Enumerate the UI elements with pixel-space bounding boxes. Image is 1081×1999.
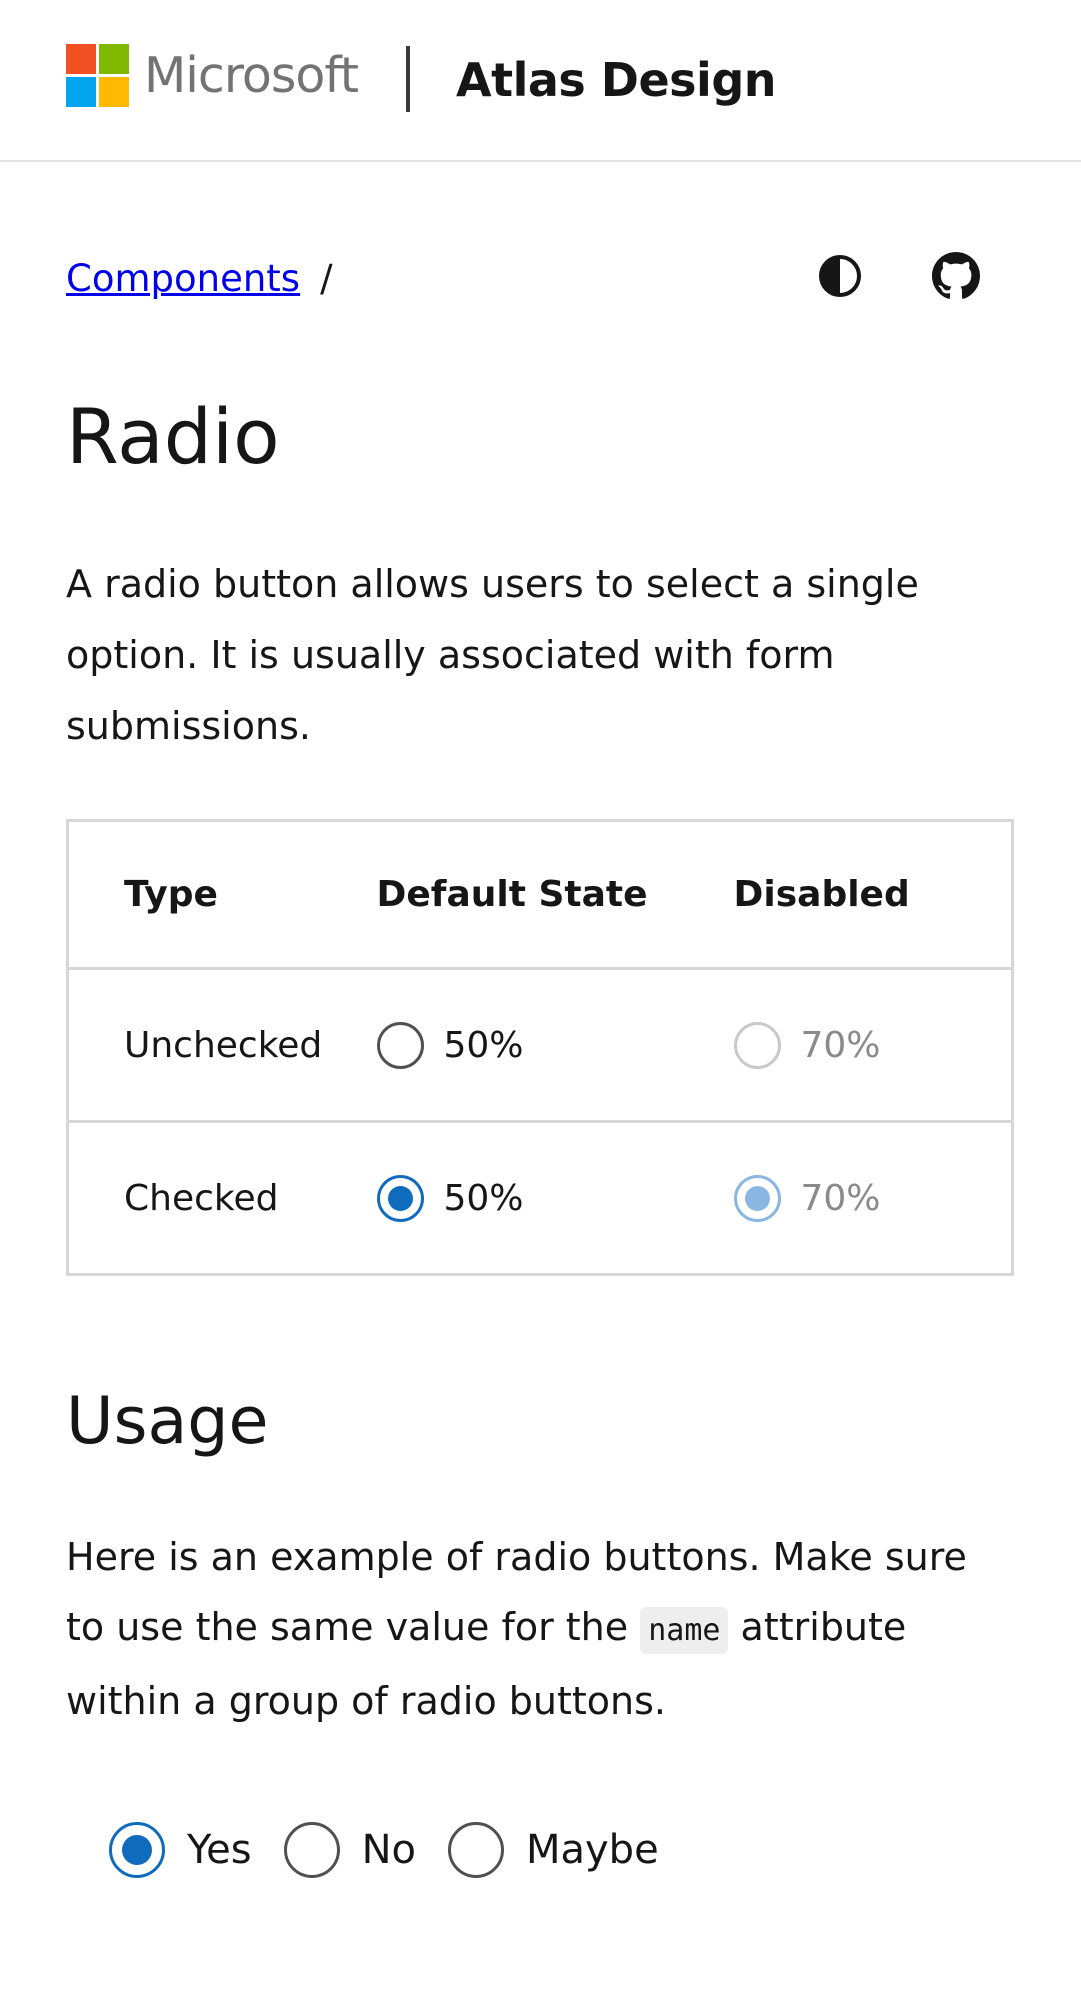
site-header: Microsoft Atlas Design xyxy=(0,0,1081,162)
github-icon xyxy=(932,252,980,299)
radio-checked-disabled xyxy=(733,1174,781,1222)
product-title[interactable]: Atlas Design xyxy=(456,50,777,110)
microsoft-logo[interactable] xyxy=(66,44,129,107)
disabled-state-cell: 70% xyxy=(733,1122,1013,1275)
microsoft-wordmark[interactable]: Microsoft xyxy=(144,46,359,106)
intro-text: A radio button allows users to select a … xyxy=(66,562,919,748)
header-divider xyxy=(406,46,410,112)
row-type-label: Unchecked xyxy=(67,968,377,1123)
contrast-icon xyxy=(819,255,861,297)
table-row-unchecked: Unchecked 50% 70% xyxy=(67,968,1013,1123)
breadcrumb-separator: / xyxy=(320,257,333,300)
radio-button-no[interactable] xyxy=(283,1822,340,1878)
radio-button-maybe[interactable] xyxy=(447,1822,504,1878)
radio-option-label[interactable]: Maybe xyxy=(526,1827,659,1873)
logo-square-green xyxy=(99,44,129,74)
page-title: Radio xyxy=(66,392,280,481)
default-state-cell: 50% xyxy=(376,968,734,1123)
logo-square-red xyxy=(66,44,96,74)
column-header-disabled: Disabled xyxy=(733,820,1013,970)
disabled-state-cell: 70% xyxy=(733,968,1013,1123)
table-header-row: Type Default State Disabled xyxy=(67,820,1013,970)
radio-label: 50% xyxy=(443,1024,524,1066)
theme-toggle-button[interactable] xyxy=(814,250,866,302)
radio-option-no[interactable]: No xyxy=(283,1822,416,1878)
usage-text: Here is an example of radio buttons. Mak… xyxy=(66,1522,1006,1736)
breadcrumb-link-components[interactable]: Components xyxy=(66,257,300,300)
radio-button-yes[interactable] xyxy=(109,1822,165,1878)
radio-label: 70% xyxy=(800,1177,881,1219)
radio-group-example: Yes No Maybe xyxy=(109,1820,691,1880)
table-row-checked: Checked 50% 70% xyxy=(68,1122,1013,1275)
radio-checked-default[interactable] xyxy=(376,1174,424,1222)
radio-option-yes[interactable]: Yes xyxy=(109,1822,252,1878)
radio-label: 50% xyxy=(443,1177,524,1219)
radio-label: 70% xyxy=(800,1024,881,1066)
column-header-type: Type xyxy=(67,820,377,970)
radio-option-label[interactable]: Yes xyxy=(187,1827,252,1873)
radio-unchecked-default[interactable] xyxy=(376,1021,424,1069)
breadcrumb: Components / xyxy=(66,254,333,304)
inline-code-name: name xyxy=(640,1607,729,1654)
radio-states-table: Type Default State Disabled Unchecked 50… xyxy=(66,819,1014,1276)
column-header-default-state: Default State xyxy=(376,820,734,970)
default-state-cell: 50% xyxy=(376,1122,734,1275)
row-type-label: Checked xyxy=(124,1177,279,1219)
logo-square-yellow xyxy=(99,77,129,107)
radio-unchecked-disabled xyxy=(733,1021,781,1069)
usage-heading: Usage xyxy=(66,1384,269,1459)
radio-option-maybe[interactable]: Maybe xyxy=(447,1822,659,1878)
radio-option-label[interactable]: No xyxy=(362,1827,416,1873)
logo-square-blue xyxy=(66,77,96,107)
github-link-button[interactable] xyxy=(930,250,982,302)
